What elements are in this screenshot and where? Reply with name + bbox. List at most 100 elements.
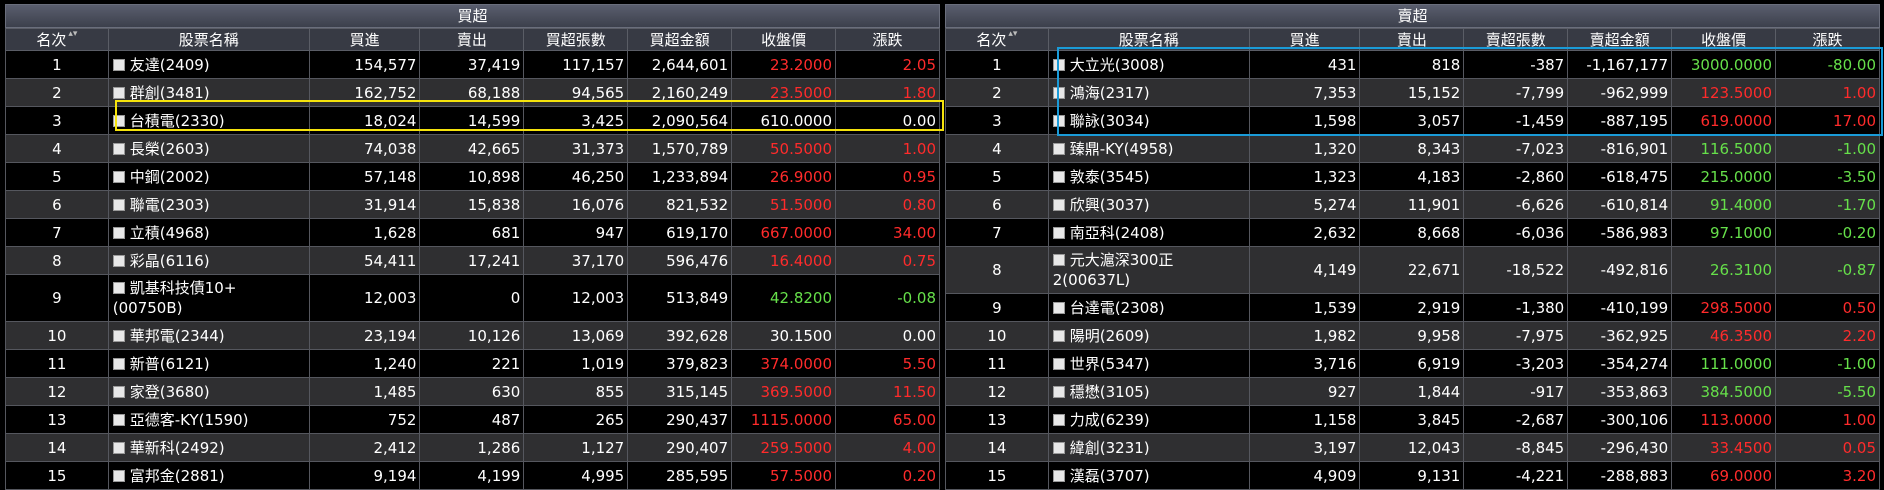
stock-name[interactable]: 中鋼(2002)	[130, 168, 210, 186]
checkbox-icon[interactable]	[1052, 114, 1065, 127]
checkbox-icon[interactable]	[1052, 58, 1065, 71]
checkbox-icon[interactable]	[1052, 198, 1065, 211]
table-row[interactable]: 8 元大滬深300正2(00637L) 4,149 22,671 -18,522 -492…	[945, 246, 1880, 294]
table-row[interactable]: 10 陽明(2609) 1,982 9,958 -7,975 -362,925 46.350…	[945, 321, 1880, 350]
table-row[interactable]: 6 聯電(2303) 31,914 15,838 16,076 821,532 51.500…	[5, 190, 940, 219]
stock-name[interactable]: 欣興(3037)	[1070, 196, 1150, 214]
table-row[interactable]: 3 聯詠(3034) 1,598 3,057 -1,459 -887,195 619.000…	[945, 106, 1880, 135]
table-row[interactable]: 6 欣興(3037) 5,274 11,901 -6,626 -610,814 91.400…	[945, 190, 1880, 219]
sell-header-1[interactable]: 股票名稱	[1047, 28, 1250, 51]
table-row[interactable]: 7 立積(4968) 1,628 681 947 619,170 667.0000 34.00	[5, 218, 940, 247]
checkbox-icon[interactable]	[112, 86, 125, 99]
table-row[interactable]: 9 凱基科技債10+(00750B) 12,003 0 12,003 513,849 42.…	[5, 274, 940, 322]
buy-header-2[interactable]: 買進	[308, 28, 421, 51]
sell-header-4[interactable]: 賣超張數	[1463, 28, 1569, 51]
sell-header-7[interactable]: 漲跌	[1775, 28, 1880, 51]
sell-header-2[interactable]: 買進	[1248, 28, 1361, 51]
table-row[interactable]: 13 力成(6239) 1,158 3,845 -2,687 -300,106 113.00…	[945, 405, 1880, 434]
checkbox-icon[interactable]	[1052, 329, 1065, 342]
stock-name[interactable]: 聯電(2303)	[130, 196, 210, 214]
table-row[interactable]: 11 世界(5347) 3,716 6,919 -3,203 -354,274 111.00…	[945, 349, 1880, 378]
stock-name[interactable]: 富邦金(2881)	[130, 467, 225, 485]
checkbox-icon[interactable]	[112, 170, 125, 183]
stock-name[interactable]: 凱基科技債10+(00750B)	[113, 279, 237, 317]
table-row[interactable]: 1 大立光(3008) 431 818 -387 -1,167,177 3000.0000-…	[945, 50, 1880, 79]
checkbox-icon[interactable]	[112, 469, 125, 482]
table-row[interactable]: 14 緯創(3231) 3,197 12,043 -8,845 -296,430 33.45…	[945, 433, 1880, 462]
table-row[interactable]: 15 漢磊(3707) 4,909 9,131 -4,221 -288,883 69.000…	[945, 461, 1880, 490]
stock-name[interactable]: 台達電(2308)	[1070, 299, 1165, 317]
table-row[interactable]: 12 穩懋(3105) 927 1,844 -917 -353,863 384.5000 -5…	[945, 377, 1880, 406]
table-row[interactable]: 5 敦泰(3545) 1,323 4,183 -2,860 -618,475 215.000…	[945, 162, 1880, 191]
checkbox-icon[interactable]	[112, 281, 125, 294]
table-row[interactable]: 2 群創(3481) 162,752 68,188 94,565 2,160,249 23.…	[5, 78, 940, 107]
table-row[interactable]: 8 彩晶(6116) 54,411 17,241 37,170 596,476 16.400…	[5, 246, 940, 275]
stock-name[interactable]: 家登(3680)	[130, 383, 210, 401]
stock-name[interactable]: 彩晶(6116)	[130, 252, 210, 270]
checkbox-icon[interactable]	[112, 114, 125, 127]
stock-name[interactable]: 陽明(2609)	[1070, 327, 1150, 345]
stock-name[interactable]: 力成(6239)	[1070, 411, 1150, 429]
checkbox-icon[interactable]	[112, 142, 125, 155]
buy-header-5[interactable]: 買超金額	[627, 28, 733, 51]
checkbox-icon[interactable]	[112, 226, 125, 239]
table-row[interactable]: 4 臻鼎-KY(4958) 1,320 8,343 -7,023 -816,901 116.…	[945, 134, 1880, 163]
table-row[interactable]: 3 台積電(2330) 18,024 14,599 3,425 2,090,564 610.…	[5, 106, 940, 135]
buy-header-4[interactable]: 買超張數	[523, 28, 629, 51]
checkbox-icon[interactable]	[112, 329, 125, 342]
checkbox-icon[interactable]	[112, 254, 125, 267]
checkbox-icon[interactable]	[1052, 86, 1065, 99]
table-row[interactable]: 1 友達(2409) 154,577 37,419 117,157 2,644,601 23…	[5, 50, 940, 79]
table-row[interactable]: 7 南亞科(2408) 2,632 8,668 -6,036 -586,983 97.100…	[945, 218, 1880, 247]
stock-name[interactable]: 穩懋(3105)	[1070, 383, 1150, 401]
stock-name[interactable]: 亞德客-KY(1590)	[130, 411, 249, 429]
stock-name[interactable]: 世界(5347)	[1070, 355, 1150, 373]
stock-name[interactable]: 敦泰(3545)	[1070, 168, 1150, 186]
checkbox-icon[interactable]	[112, 413, 125, 426]
checkbox-icon[interactable]	[1052, 253, 1065, 266]
table-row[interactable]: 14 華新科(2492) 2,412 1,286 1,127 290,407 259.500…	[5, 433, 940, 462]
sort-arrows-icon[interactable]: ▴▾	[1008, 29, 1017, 39]
table-row[interactable]: 11 新普(6121) 1,240 221 1,019 379,823 374.0000 5.…	[5, 349, 940, 378]
checkbox-icon[interactable]	[112, 198, 125, 211]
checkbox-icon[interactable]	[1052, 441, 1065, 454]
table-row[interactable]: 13 亞德客-KY(1590) 752 487 265 290,437 1115.0000 6…	[5, 405, 940, 434]
stock-name[interactable]: 華新科(2492)	[130, 439, 225, 457]
stock-name[interactable]: 立積(4968)	[130, 224, 210, 242]
stock-name[interactable]: 友達(2409)	[130, 56, 210, 74]
stock-name[interactable]: 聯詠(3034)	[1070, 112, 1150, 130]
stock-name[interactable]: 大立光(3008)	[1070, 56, 1165, 74]
checkbox-icon[interactable]	[1052, 469, 1065, 482]
checkbox-icon[interactable]	[112, 58, 125, 71]
checkbox-icon[interactable]	[112, 385, 125, 398]
checkbox-icon[interactable]	[1052, 142, 1065, 155]
buy-header-6[interactable]: 收盤價	[731, 28, 837, 51]
sell-header-6[interactable]: 收盤價	[1671, 28, 1777, 51]
sell-header-3[interactable]: 賣出	[1359, 28, 1465, 51]
checkbox-icon[interactable]	[1052, 385, 1065, 398]
stock-name[interactable]: 緯創(3231)	[1070, 439, 1150, 457]
table-row[interactable]: 9 台達電(2308) 1,539 2,919 -1,380 -410,199 298.50…	[945, 293, 1880, 322]
sort-arrows-icon[interactable]: ▴▾	[68, 29, 77, 39]
checkbox-icon[interactable]	[112, 441, 125, 454]
stock-name[interactable]: 台積電(2330)	[130, 112, 225, 130]
stock-name[interactable]: 新普(6121)	[130, 355, 210, 373]
stock-name[interactable]: 長榮(2603)	[130, 140, 210, 158]
buy-header-1[interactable]: 股票名稱	[107, 28, 310, 51]
table-row[interactable]: 2 鴻海(2317) 7,353 15,152 -7,799 -962,999 123.50…	[945, 78, 1880, 107]
stock-name[interactable]: 元大滬深300正2(00637L)	[1053, 251, 1174, 289]
stock-name[interactable]: 南亞科(2408)	[1070, 224, 1165, 242]
stock-name[interactable]: 群創(3481)	[130, 84, 210, 102]
stock-name[interactable]: 漢磊(3707)	[1070, 467, 1150, 485]
stock-name[interactable]: 華邦電(2344)	[130, 327, 225, 345]
buy-header-0[interactable]: 名次 ▴▾	[5, 28, 109, 51]
checkbox-icon[interactable]	[1052, 226, 1065, 239]
table-row[interactable]: 12 家登(3680) 1,485 630 855 315,145 369.5000 11.5…	[5, 377, 940, 406]
checkbox-icon[interactable]	[112, 357, 125, 370]
stock-name[interactable]: 臻鼎-KY(4958)	[1070, 140, 1174, 158]
checkbox-icon[interactable]	[1052, 301, 1065, 314]
checkbox-icon[interactable]	[1052, 357, 1065, 370]
table-row[interactable]: 5 中鋼(2002) 57,148 10,898 46,250 1,233,894 26.9…	[5, 162, 940, 191]
sell-header-0[interactable]: 名次 ▴▾	[945, 28, 1049, 51]
buy-header-7[interactable]: 漲跌	[835, 28, 940, 51]
